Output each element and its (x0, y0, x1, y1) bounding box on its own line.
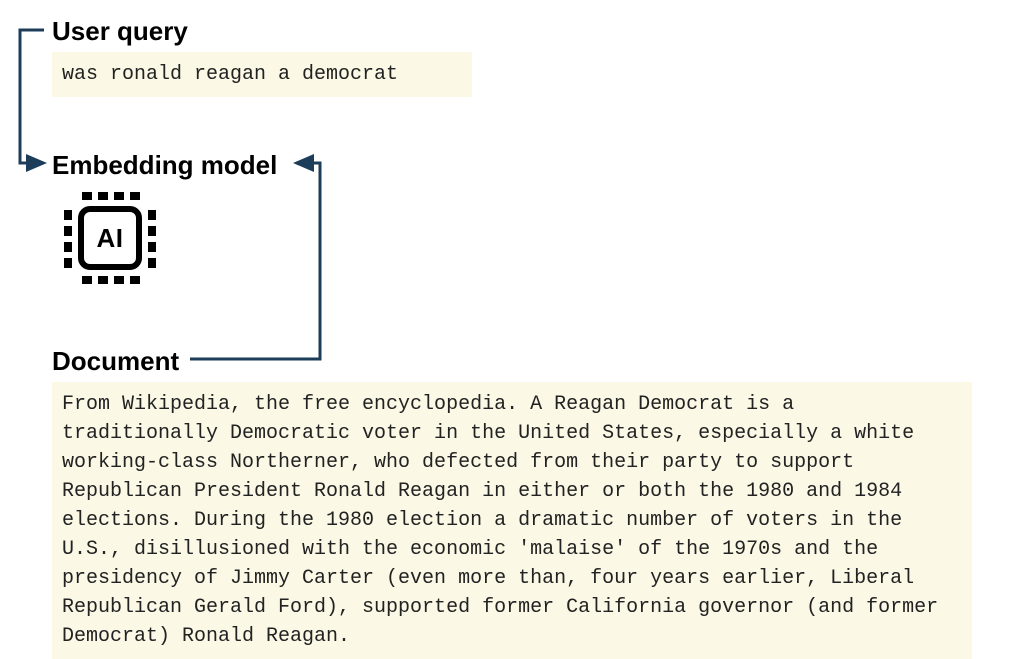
document-heading: Document (52, 346, 179, 377)
ai-chip-label: AI (97, 223, 124, 254)
embedding-model-heading: Embedding model (52, 150, 277, 181)
user-query-heading: User query (52, 16, 188, 47)
user-query-text: was ronald reagan a democrat (52, 52, 472, 97)
document-text: From Wikipedia, the free encyclopedia. A… (52, 382, 972, 659)
ai-chip-icon: AI (60, 188, 160, 288)
arrow-query-to-embedding (20, 30, 44, 163)
arrow-document-to-embedding (190, 163, 320, 359)
